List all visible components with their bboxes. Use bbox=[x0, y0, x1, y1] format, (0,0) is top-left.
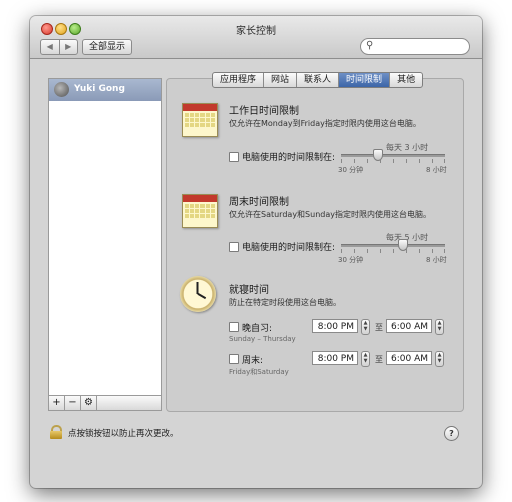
bedtime-weekend-to-label: 至 bbox=[375, 355, 383, 364]
bedtime-weekend-from-stepper[interactable]: ▲ ▼ bbox=[361, 351, 370, 367]
tab-websites[interactable]: 网站 bbox=[264, 73, 298, 87]
tab-other[interactable]: 其他 bbox=[390, 73, 422, 87]
weekday-slider-min: 30 分钟 bbox=[338, 166, 364, 174]
school-nights-days: Sunday – Thursday bbox=[229, 335, 296, 343]
forward-button[interactable]: ▶ bbox=[60, 40, 78, 54]
lock-hint: 点按锁按钮以防止再次更改。 bbox=[68, 429, 179, 439]
bedtime-description: 防止在特定时段使用这台电脑。 bbox=[229, 298, 341, 307]
weekend-slider-track[interactable] bbox=[341, 244, 445, 247]
calendar-icon bbox=[182, 194, 218, 228]
title-bar: 家长控制 ◀ ▶ 全部显示 ⚲ bbox=[30, 16, 482, 59]
add-user-button[interactable]: + bbox=[49, 396, 65, 410]
lock-icon[interactable] bbox=[50, 425, 62, 439]
bedtime-weekend-label: 周末: bbox=[242, 356, 264, 366]
search-input[interactable] bbox=[379, 40, 463, 52]
user-list-toolbar: + − ⚙ bbox=[48, 395, 162, 411]
bedtime-weekend-to-time[interactable]: 6:00 AM bbox=[386, 351, 432, 365]
weekend-slider-ticks bbox=[341, 249, 445, 254]
weekend-limit-label: 电脑使用的时间限制在: bbox=[242, 243, 336, 253]
clock-icon bbox=[180, 276, 216, 312]
weekday-slider-track[interactable] bbox=[341, 154, 445, 157]
remove-user-button[interactable]: − bbox=[65, 396, 81, 410]
tab-contacts[interactable]: 联系人 bbox=[297, 73, 340, 87]
user-name: Yuki Gong bbox=[74, 84, 125, 94]
school-nights-from-stepper[interactable]: ▲ ▼ bbox=[361, 319, 370, 335]
nav-buttons: ◀ ▶ bbox=[40, 39, 78, 55]
avatar bbox=[54, 82, 69, 97]
school-nights-to-time[interactable]: 6:00 AM bbox=[386, 319, 432, 333]
search-field[interactable]: ⚲ bbox=[360, 38, 470, 55]
show-all-button[interactable]: 全部显示 bbox=[82, 39, 132, 55]
user-row[interactable]: Yuki Gong bbox=[49, 79, 161, 101]
weekday-title: 工作日时间限制 bbox=[229, 106, 299, 117]
weekday-slider-value: 每天 3 小时 bbox=[386, 143, 429, 152]
user-list[interactable]: Yuki Gong bbox=[48, 78, 162, 396]
weekend-title: 周末时间限制 bbox=[229, 197, 289, 208]
help-button[interactable]: ? bbox=[444, 426, 459, 441]
back-button[interactable]: ◀ bbox=[41, 40, 60, 54]
weekday-description: 仅允许在Monday到Friday指定时限内使用这台电脑。 bbox=[229, 119, 421, 128]
tab-bar: 应用程序 网站 联系人 时间限制 其他 bbox=[212, 72, 424, 88]
bedtime-weekend-to-stepper[interactable]: ▲ ▼ bbox=[435, 351, 444, 367]
tab-time-limits[interactable]: 时间限制 bbox=[339, 73, 391, 87]
weekday-slider-ticks bbox=[341, 159, 445, 164]
bedtime-weekend-checkbox[interactable] bbox=[229, 354, 239, 364]
action-menu-button[interactable]: ⚙ bbox=[81, 396, 97, 410]
school-nights-to-stepper[interactable]: ▲ ▼ bbox=[435, 319, 444, 335]
preferences-window: 家长控制 ◀ ▶ 全部显示 ⚲ Yuki Gong + − ⚙ 应用程序 网站 … bbox=[30, 16, 482, 488]
tab-apps[interactable]: 应用程序 bbox=[213, 73, 265, 87]
magnifier-icon: ⚲ bbox=[366, 40, 374, 51]
calendar-icon bbox=[182, 103, 218, 137]
weekday-limit-label: 电脑使用的时间限制在: bbox=[242, 153, 336, 163]
bedtime-weekend-days: Friday和Saturday bbox=[229, 368, 289, 376]
bedtime-weekend-from-time[interactable]: 8:00 PM bbox=[312, 351, 358, 365]
school-nights-checkbox[interactable] bbox=[229, 322, 239, 332]
weekend-description: 仅允许在Saturday和Sunday指定时限内使用这台电脑。 bbox=[229, 210, 431, 219]
school-nights-label: 晚自习: bbox=[242, 324, 273, 334]
school-nights-from-time[interactable]: 8:00 PM bbox=[312, 319, 358, 333]
bedtime-title: 就寝时间 bbox=[229, 285, 269, 296]
weekday-slider-max: 8 小时 bbox=[426, 166, 447, 174]
weekend-limit-checkbox[interactable] bbox=[229, 242, 239, 252]
weekday-limit-checkbox[interactable] bbox=[229, 152, 239, 162]
school-nights-to-label: 至 bbox=[375, 323, 383, 332]
weekend-slider-min: 30 分钟 bbox=[338, 256, 364, 264]
weekend-slider-max: 8 小时 bbox=[426, 256, 447, 264]
window-title: 家长控制 bbox=[236, 26, 276, 37]
